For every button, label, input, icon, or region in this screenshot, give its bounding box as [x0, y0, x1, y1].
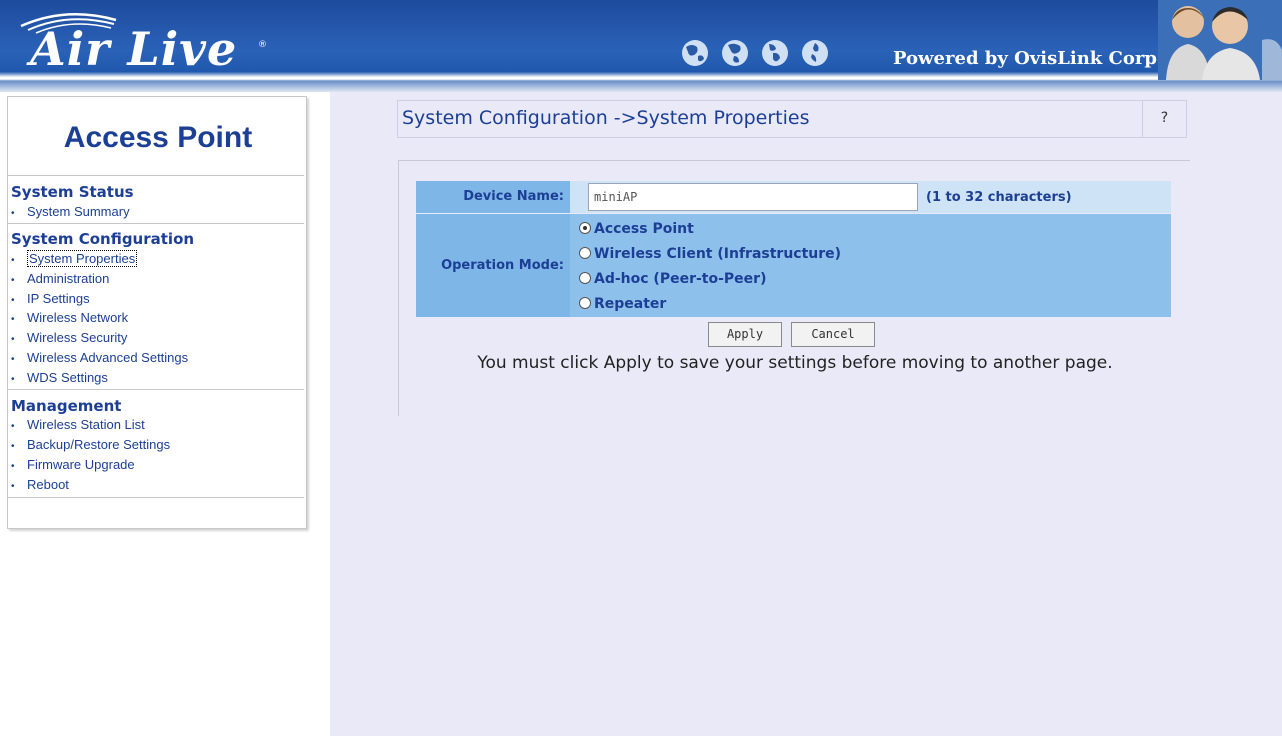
globe-icon: [802, 40, 828, 66]
radio-icon[interactable]: [579, 297, 591, 309]
sidebar-item-wireless-station-list[interactable]: • Wireless Station List: [11, 417, 145, 432]
cancel-button[interactable]: Cancel: [791, 322, 875, 347]
sidebar-item-ip-settings[interactable]: • IP Settings: [11, 291, 90, 306]
globe-icon: [762, 40, 788, 66]
section-heading-system-configuration: System Configuration: [11, 230, 195, 248]
sidebar-item-system-properties[interactable]: • System Properties: [11, 250, 138, 267]
help-button[interactable]: ?: [1142, 101, 1186, 137]
header-banner: Air Live ® Powered by OvisLink Corp.: [0, 0, 1282, 92]
divider: [398, 160, 1190, 161]
divider: [8, 175, 304, 176]
registered-mark: ®: [258, 40, 267, 50]
device-name-input[interactable]: [588, 183, 918, 211]
apply-notice: You must click Apply to save your settin…: [477, 353, 1113, 373]
device-name-label: Device Name:: [416, 181, 570, 213]
apply-button[interactable]: Apply: [708, 322, 782, 347]
airlive-logo: Air Live: [30, 22, 238, 76]
mode-option-ad-hoc[interactable]: Ad-hoc (Peer-to-Peer): [579, 271, 766, 287]
divider: [8, 389, 304, 390]
sidebar-item-wireless-security[interactable]: • Wireless Security: [11, 330, 127, 345]
radio-icon[interactable]: [579, 247, 591, 259]
page-title-bar: System Configuration ->System Properties…: [397, 100, 1187, 138]
people-photo: [1158, 0, 1282, 80]
mode-option-wireless-client[interactable]: Wireless Client (Infrastructure): [579, 246, 841, 262]
device-name-row: Device Name: (1 to 32 characters): [416, 181, 1171, 213]
sidebar-title: Access Point: [63, 121, 253, 154]
sidebar-item-administration[interactable]: • Administration: [11, 271, 109, 286]
sidebar-item-system-summary[interactable]: • System Summary: [11, 204, 130, 219]
powered-by-text: Powered by OvisLink Corp.: [893, 48, 1164, 69]
globe-icons: [680, 38, 830, 68]
sidebar-nav: Access Point System Status • System Summa…: [7, 96, 307, 529]
mode-option-access-point[interactable]: Access Point: [579, 221, 694, 237]
section-heading-management: Management: [11, 397, 122, 415]
globe-icon: [722, 40, 748, 66]
operation-mode-row: Operation Mode: Access Point Wireless Cl…: [416, 214, 1171, 317]
sidebar-item-reboot[interactable]: • Reboot: [11, 477, 69, 492]
sidebar-item-wireless-network[interactable]: • Wireless Network: [11, 310, 128, 325]
divider: [398, 160, 399, 416]
operation-mode-label: Operation Mode:: [416, 214, 570, 317]
globe-icon: [682, 40, 708, 66]
sidebar-item-wireless-advanced-settings[interactable]: • Wireless Advanced Settings: [11, 350, 188, 365]
page-title: System Configuration ->System Properties: [402, 107, 810, 129]
device-name-hint: (1 to 32 characters): [926, 190, 1072, 205]
radio-selected-icon[interactable]: [579, 222, 591, 234]
divider: [8, 223, 304, 224]
sidebar-item-backup-restore-settings[interactable]: • Backup/Restore Settings: [11, 437, 170, 452]
section-heading-system-status: System Status: [11, 183, 134, 201]
mode-option-repeater[interactable]: Repeater: [579, 296, 666, 312]
sidebar-item-firmware-upgrade[interactable]: • Firmware Upgrade: [11, 457, 135, 472]
radio-icon[interactable]: [579, 272, 591, 284]
sidebar-item-wds-settings[interactable]: • WDS Settings: [11, 370, 108, 385]
divider: [8, 497, 304, 498]
